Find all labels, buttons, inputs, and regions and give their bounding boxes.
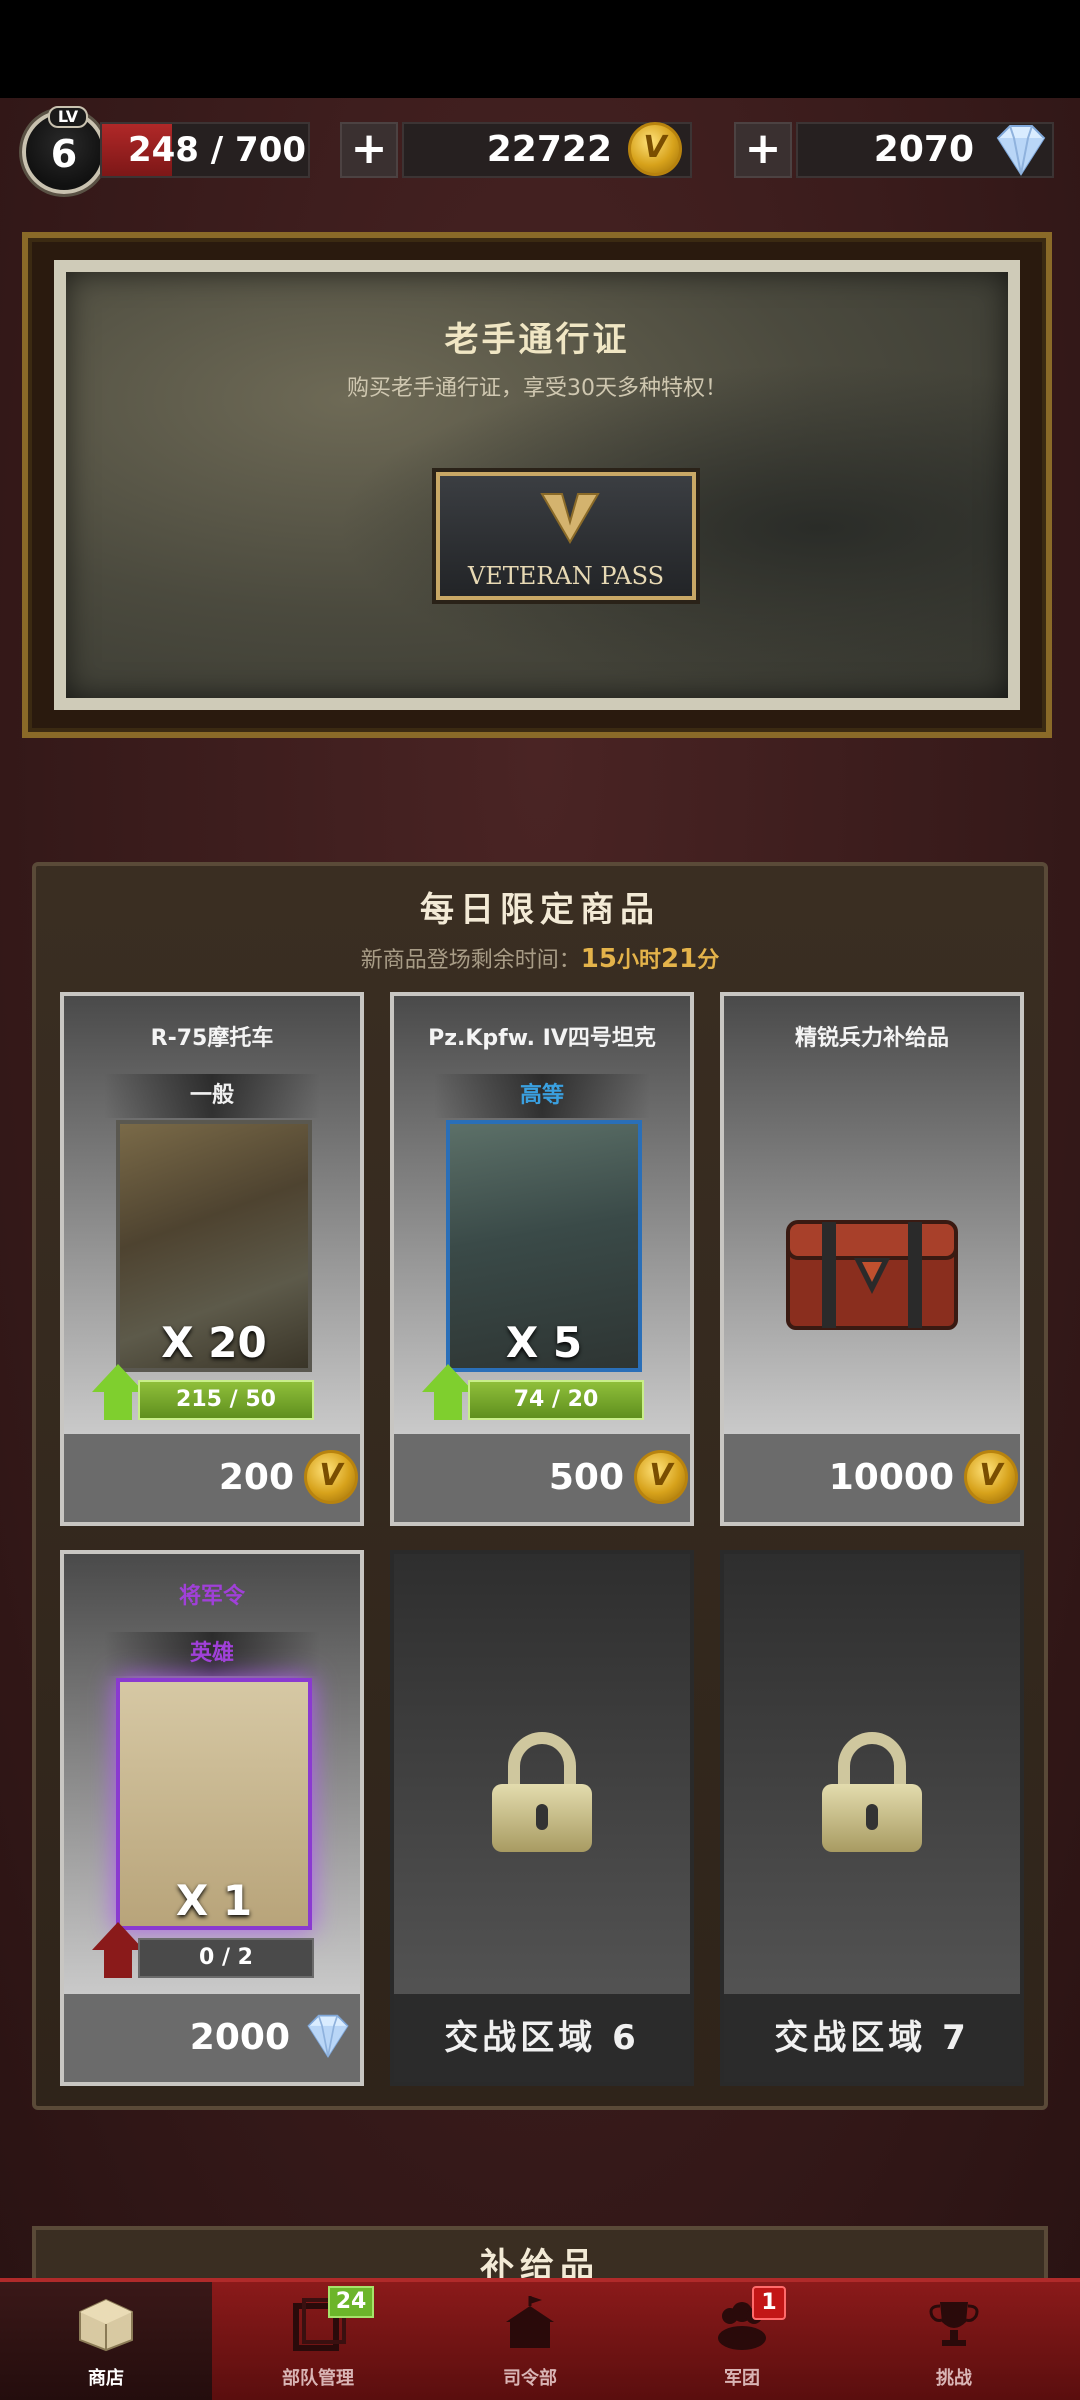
card-name: 精锐兵力补给品 (794, 1026, 949, 1051)
card-rank: 一般 (104, 1074, 320, 1118)
veteran-pass-subtitle: 购买老手通行证，享受30天多种特权！ (347, 376, 727, 401)
daily-limited-panel: 每日限定商品 新商品登场剩余时间：15小时21分 R-75摩托车 一般 X 20… (32, 862, 1048, 2110)
locked-slot-zone-6[interactable]: 交战区域 6 (390, 1550, 694, 2086)
coin-icon: V (304, 1450, 358, 1504)
veteran-v-icon (540, 493, 600, 544)
card-quantity: X 20 (161, 1318, 267, 1367)
lock-icon (822, 1732, 922, 1852)
nav-label: 挑战 (936, 2368, 972, 2389)
lock-keyhole (866, 1804, 878, 1830)
nav-hq[interactable]: 司令部 (424, 2282, 636, 2400)
bottom-nav: 商店 24 部队管理 司令部 1 军团 挑战 (0, 2278, 1080, 2400)
card-quantity: X 5 (505, 1318, 583, 1367)
timer-prefix: 新商品登场剩余时间： (360, 948, 581, 973)
zone-number: 6 (612, 2018, 640, 2058)
shop-card-elite-supply[interactable]: 精锐兵力补给品 10000 V (720, 992, 1024, 1526)
chest-icon (786, 1220, 958, 1330)
veteran-pass-title: 老手通行证 (444, 320, 630, 360)
veteran-pass-panel: 老手通行证 购买老手通行证，享受30天多种特权！ VETERAN PASS (54, 260, 1020, 710)
upgrade-arrow-icon (92, 1364, 144, 1392)
upgrade-arrow-icon (422, 1364, 474, 1392)
timer-hours-unit: 小时 (616, 948, 661, 973)
daily-title: 每日限定商品 (420, 890, 660, 930)
nav-legion[interactable]: 1 军团 (636, 2282, 848, 2400)
card-price: 200 (218, 1457, 294, 1498)
nav-label: 军团 (724, 2368, 760, 2389)
card-name: R-75摩托车 (150, 1026, 274, 1051)
veteran-pass-logo[interactable]: VETERAN PASS (436, 472, 696, 600)
shop-card-general-order[interactable]: 将军令 英雄 X 1 0 / 2 2000 (60, 1550, 364, 2086)
zone-text: 交战区域 (774, 2018, 927, 2058)
legion-badge: 1 (752, 2286, 786, 2320)
level-badge[interactable]: LV 6 (22, 106, 106, 194)
nav-squad[interactable]: 24 部队管理 (212, 2282, 424, 2400)
add-gems-button[interactable]: + (734, 122, 792, 178)
shop-card-panzer-iv[interactable]: Pz.Kpfw. IV四号坦克 高等 X 5 74 / 20 500 V (390, 992, 694, 1526)
supply-panel: 补给品 (32, 2226, 1048, 2286)
veteran-pass-banner[interactable]: 老手通行证 购买老手通行证，享受30天多种特权！ VETERAN PASS (22, 232, 1052, 738)
box-icon (79, 2298, 133, 2352)
timer-minutes-unit: 分 (697, 948, 720, 973)
nav-shop[interactable]: 商店 (0, 2282, 212, 2400)
card-rank: 英雄 (104, 1632, 320, 1676)
lock-keyhole (536, 1804, 548, 1830)
daily-timer: 新商品登场剩余时间：15小时21分 (36, 942, 1044, 974)
card-price: 10000 (828, 1457, 954, 1498)
nav-label: 司令部 (503, 2368, 557, 2389)
zone-number: 7 (942, 2018, 970, 2058)
coin-icon: V (964, 1450, 1018, 1504)
zone-text: 交战区域 (444, 2018, 597, 2058)
level-tag: LV (48, 106, 88, 128)
card-rank: 高等 (434, 1074, 650, 1118)
card-quantity: X 1 (175, 1876, 253, 1925)
level-number: 6 (50, 132, 78, 176)
card-price: 2000 (189, 2017, 290, 2058)
squad-badge: 24 (328, 2286, 374, 2318)
card-price-button[interactable]: 10000 V (724, 1434, 1020, 1522)
upgrade-arrow-icon (92, 1922, 144, 1950)
resource-bar: LV 6 248 / 700 + 22722 V + 2070 (0, 106, 1080, 194)
gem-counter: 2070 (796, 122, 1054, 178)
card-name: Pz.Kpfw. IV四号坦克 (428, 1026, 656, 1051)
zone-label: 交战区域 7 (724, 1994, 1020, 2082)
veteran-pass-logo-text: VETERAN PASS (467, 562, 665, 590)
coin-amount: 22722 (486, 129, 612, 170)
coin-counter: 22722 V (402, 122, 692, 178)
card-price-button[interactable]: 200 V (64, 1434, 360, 1522)
card-price-button[interactable]: 500 V (394, 1434, 690, 1522)
lock-icon (492, 1732, 592, 1852)
coin-icon: V (628, 122, 682, 176)
nav-challenge[interactable]: 挑战 (848, 2282, 1080, 2400)
hq-icon (506, 2296, 554, 2348)
timer-minutes: 21 (661, 944, 698, 974)
upgrade-arrow-stem (434, 1390, 462, 1420)
card-progress: 0 / 2 (138, 1938, 314, 1978)
experience-bar: 248 / 700 (100, 122, 310, 178)
diamond-icon (307, 2014, 349, 2058)
card-name: 将军令 (178, 1584, 245, 1609)
card-progress: 215 / 50 (138, 1380, 314, 1420)
locked-slot-zone-7[interactable]: 交战区域 7 (720, 1550, 1024, 2086)
trophy-icon (929, 2302, 979, 2346)
timer-hours: 15 (580, 944, 617, 974)
card-progress: 74 / 20 (468, 1380, 644, 1420)
card-price-button[interactable]: 2000 (64, 1994, 360, 2082)
nav-label: 商店 (88, 2368, 124, 2389)
gem-amount: 2070 (873, 129, 974, 170)
add-coins-button[interactable]: + (340, 122, 398, 178)
coin-icon: V (634, 1450, 688, 1504)
nav-label: 部队管理 (282, 2368, 354, 2389)
zone-label: 交战区域 6 (394, 1994, 690, 2082)
experience-text: 248 / 700 (127, 130, 307, 170)
shop-card-r75[interactable]: R-75摩托车 一般 X 20 215 / 50 200 V (60, 992, 364, 1526)
upgrade-arrow-stem (104, 1948, 132, 1978)
upgrade-arrow-stem (104, 1390, 132, 1420)
status-bar (0, 0, 1080, 98)
diamond-icon (996, 125, 1046, 176)
card-price: 500 (548, 1457, 624, 1498)
